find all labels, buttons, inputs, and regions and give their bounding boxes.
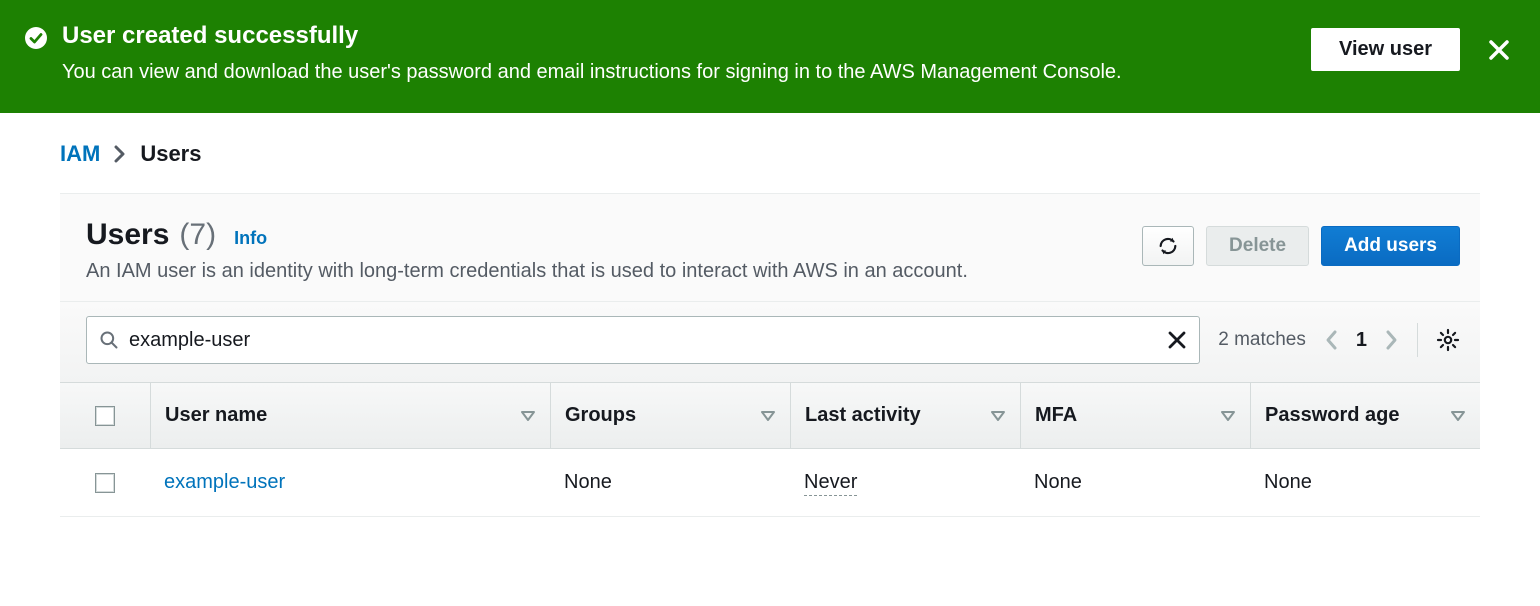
view-user-button[interactable]: View user — [1311, 28, 1460, 71]
pager-prev-icon[interactable] — [1324, 329, 1338, 351]
breadcrumb-root[interactable]: IAM — [60, 141, 100, 167]
col-groups-label: Groups — [565, 404, 636, 427]
breadcrumb: IAM Users — [60, 141, 1480, 194]
success-check-icon — [24, 26, 48, 50]
col-mfa[interactable]: MFA — [1020, 383, 1250, 448]
page-header: Users (7) Info An IAM user is an identit… — [60, 194, 1480, 302]
chevron-right-icon — [114, 145, 126, 163]
col-password-age[interactable]: Password age — [1250, 383, 1480, 448]
cell-groups: None — [550, 471, 790, 494]
filter-row: 2 matches 1 — [60, 302, 1480, 383]
col-user-name[interactable]: User name — [150, 383, 550, 448]
user-name-link[interactable]: example-user — [164, 471, 285, 493]
table-header-row: User name Groups Last activity MFA Passw… — [60, 383, 1480, 449]
search-box[interactable] — [86, 316, 1200, 364]
pager: 1 — [1324, 329, 1399, 352]
col-last-activity[interactable]: Last activity — [790, 383, 1020, 448]
row-checkbox[interactable] — [95, 473, 115, 493]
breadcrumb-current: Users — [140, 141, 201, 167]
divider — [1417, 323, 1418, 357]
cell-user-name: example-user — [150, 471, 550, 494]
cell-last-activity: Never — [790, 471, 1020, 494]
page-title: Users — [86, 218, 169, 252]
banner-actions: View user — [1311, 28, 1510, 71]
settings-button[interactable] — [1436, 328, 1460, 352]
search-icon — [99, 330, 119, 350]
col-mfa-label: MFA — [1035, 404, 1077, 427]
close-icon[interactable] — [1488, 39, 1510, 61]
success-banner: User created successfully You can view a… — [0, 0, 1540, 113]
refresh-button[interactable] — [1142, 226, 1194, 266]
add-users-button[interactable]: Add users — [1321, 226, 1460, 266]
sort-icon — [760, 410, 776, 422]
row-select-cell — [60, 473, 150, 493]
last-activity-value: Never — [804, 471, 857, 496]
page-count: (7) — [179, 218, 216, 252]
select-all-header — [60, 383, 150, 448]
cell-mfa: None — [1020, 471, 1250, 494]
banner-title: User created successfully — [62, 22, 1287, 50]
sort-icon — [1450, 410, 1466, 422]
banner-text: User created successfully You can view a… — [62, 22, 1287, 86]
delete-button[interactable]: Delete — [1206, 226, 1309, 266]
sort-icon — [520, 410, 536, 422]
users-table: User name Groups Last activity MFA Passw… — [60, 383, 1480, 517]
cell-password-age: None — [1250, 471, 1480, 494]
match-count: 2 matches — [1218, 329, 1306, 351]
refresh-icon — [1157, 235, 1179, 257]
page-description: An IAM user is an identity with long-ter… — [86, 258, 986, 285]
clear-search-icon[interactable] — [1167, 330, 1187, 350]
col-password-age-label: Password age — [1265, 404, 1400, 427]
sort-icon — [1220, 410, 1236, 422]
col-user-name-label: User name — [165, 404, 267, 427]
col-groups[interactable]: Groups — [550, 383, 790, 448]
sort-icon — [990, 410, 1006, 422]
select-all-checkbox[interactable] — [95, 406, 115, 426]
info-link[interactable]: Info — [234, 228, 267, 249]
pager-page-number: 1 — [1356, 329, 1367, 352]
gear-icon — [1436, 328, 1460, 352]
table-row: example-user None Never None None — [60, 449, 1480, 517]
col-last-activity-label: Last activity — [805, 404, 921, 427]
banner-description: You can view and download the user's pas… — [62, 58, 1287, 86]
pager-next-icon[interactable] — [1385, 329, 1399, 351]
search-input[interactable] — [129, 329, 1167, 352]
